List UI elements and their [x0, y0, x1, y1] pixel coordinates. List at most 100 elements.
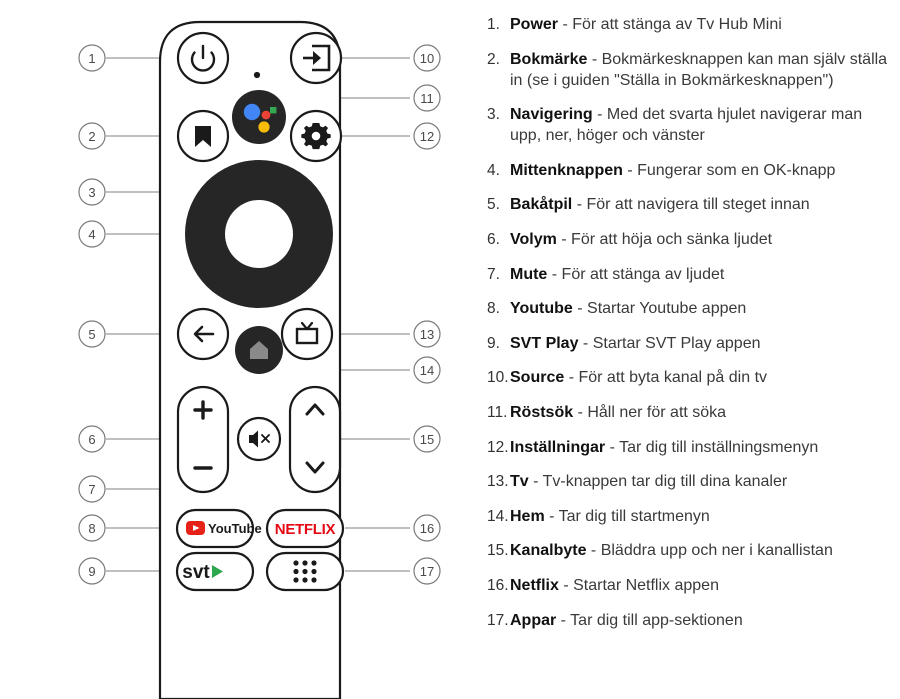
- legend-item-separator: -: [572, 196, 587, 214]
- svg-text:2: 2: [88, 129, 95, 144]
- power-button[interactable]: [176, 31, 230, 85]
- legend-item-description: För att höja och sänka ljudet: [571, 230, 773, 248]
- legend-item-text: Mittenknappen - Fungerar som en OK-knapp: [510, 160, 900, 181]
- svg-text:3: 3: [88, 185, 95, 200]
- callout-bubble-11: 11: [413, 84, 441, 112]
- legend-item-separator: -: [556, 611, 571, 629]
- navigation-wheel[interactable]: [185, 160, 333, 308]
- callout-bubble-12: 12: [413, 122, 441, 150]
- legend-item-text: Mute - För att stänga av ljudet: [510, 264, 900, 285]
- legend-item-separator: -: [586, 542, 601, 560]
- apps-grid-icon: [293, 560, 317, 583]
- legend-item-text: Source - För att byta kanal på din tv: [510, 367, 900, 388]
- legend-item-description: För att navigera till steget innan: [586, 196, 810, 214]
- tv-button[interactable]: [280, 307, 334, 361]
- apps-button[interactable]: [265, 551, 345, 592]
- legend-item-term: Tv: [510, 473, 529, 491]
- youtube-button[interactable]: YouTube: [175, 508, 262, 549]
- source-button[interactable]: [289, 31, 343, 85]
- netflix-icon: NETFLIX: [275, 521, 336, 538]
- legend-item-separator: -: [605, 438, 620, 456]
- remote-diagram: YouTube NETFLIX svt 1 2 3 4 5 6 7 8 9 10…: [0, 0, 470, 699]
- legend-item-description: Startar Youtube appen: [587, 300, 747, 318]
- legend-item-number: 11.: [487, 403, 508, 421]
- legend-item: 13. Tv - Tv-knappen tar dig till dina kan…: [470, 471, 900, 493]
- legend-item-description: Tar dig till app-sektionen: [570, 611, 743, 629]
- legend-item-term: Netflix: [510, 576, 559, 594]
- svg-text:9: 9: [88, 564, 95, 579]
- channel-rocker[interactable]: [288, 385, 342, 494]
- legend-item-description: Bläddra upp och ner i kanallistan: [600, 542, 833, 560]
- callout-bubble-4: 4: [78, 220, 106, 248]
- legend-item-number: 14.: [487, 507, 509, 525]
- callout-bubble-14: 14: [413, 356, 441, 384]
- callout-bubble-5: 5: [78, 320, 106, 348]
- legend-item-separator: -: [592, 106, 607, 124]
- legend-item: 16. Netflix - Startar Netflix appen: [470, 575, 900, 597]
- legend-item-separator: -: [622, 161, 638, 179]
- legend-item-separator: -: [587, 50, 602, 68]
- legend-item: 3. Navigering - Med det svarta hjulet nav…: [470, 104, 900, 147]
- assistant-button[interactable]: [232, 90, 286, 144]
- legend-item-text: Inställningar - Tar dig till inställning…: [510, 437, 900, 458]
- svg-text:6: 6: [88, 432, 95, 447]
- callout-bubble-10: 10: [413, 44, 441, 72]
- legend-item-number: 1.: [487, 16, 500, 33]
- legend-item-separator: -: [573, 403, 588, 421]
- legend-item-number: 3.: [487, 106, 500, 124]
- netflix-button[interactable]: NETFLIX: [265, 508, 345, 549]
- svg-text:8: 8: [88, 521, 95, 536]
- legend-item-text: Bakåtpil - För att navigera till steget …: [510, 194, 900, 215]
- svt-label: svt: [182, 562, 210, 583]
- legend-item-number: 15.: [487, 542, 509, 560]
- svg-text:10: 10: [420, 51, 434, 66]
- legend-item-text: SVT Play - Startar SVT Play appen: [510, 333, 900, 354]
- legend-item: 7. Mute - För att stänga av ljudet: [470, 264, 900, 286]
- legend-item: 6. Volym - För att höja och sänka ljudet: [470, 229, 900, 251]
- callout-bubble-3: 3: [78, 178, 106, 206]
- legend-item: 17. Appar - Tar dig till app-sektionen: [470, 610, 900, 632]
- legend-item-description: För att stänga av Tv Hub Mini: [572, 16, 782, 33]
- back-button[interactable]: [176, 307, 230, 361]
- assistant-button-face: [232, 90, 286, 144]
- legend-item-term: Mittenknappen: [510, 161, 623, 179]
- bookmark-button[interactable]: [176, 109, 230, 163]
- legend-item-number: 4.: [487, 161, 500, 179]
- home-button[interactable]: [235, 326, 283, 374]
- legend-item-text: Röstsök - Håll ner för att söka: [510, 402, 900, 423]
- svg-text:5: 5: [88, 327, 95, 342]
- legend-item-description: Startar Netflix appen: [573, 576, 719, 594]
- svt-play-button[interactable]: svt: [175, 551, 255, 592]
- legend-item: 1. Power - För att stänga av Tv Hub Mini: [470, 14, 900, 36]
- mute-button[interactable]: [236, 416, 282, 462]
- legend-item-term: Kanalbyte: [510, 542, 587, 560]
- legend-item-description: För att stänga av ljudet: [561, 265, 725, 283]
- youtube-icon: [186, 521, 205, 535]
- legend-item-term: Bakåtpil: [510, 196, 573, 214]
- legend-item-term: Appar: [510, 611, 557, 629]
- legend-item-term: Source: [510, 369, 565, 387]
- callout-bubble-1: 1: [78, 44, 106, 72]
- legend-item-number: 16.: [487, 576, 509, 594]
- youtube-label: YouTube: [208, 521, 262, 536]
- legend-item-term: SVT Play: [510, 334, 579, 352]
- legend-item-text: Kanalbyte - Bläddra upp och ner i kanall…: [510, 540, 900, 561]
- legend-item-separator: -: [558, 16, 573, 33]
- legend-item-term: Mute: [510, 265, 548, 283]
- legend-item-separator: -: [556, 230, 572, 248]
- legend-item-term: Röstsök: [510, 403, 574, 421]
- legend-item-number: 17.: [487, 611, 509, 629]
- legend-item-text: Hem - Tar dig till startmenyn: [510, 506, 900, 527]
- ok-center-icon[interactable]: [225, 200, 293, 268]
- legend-item-number: 12.: [487, 438, 509, 456]
- volume-rocker[interactable]: [176, 385, 230, 494]
- legend-item-description: Tv-knappen tar dig till dina kanaler: [542, 473, 788, 491]
- callout-bubble-2: 2: [78, 122, 106, 150]
- legend-item-term: Bokmärke: [510, 50, 588, 68]
- svg-text:16: 16: [420, 521, 434, 536]
- tv-button-ring: [280, 307, 334, 361]
- legend-item-description: Tar dig till startmenyn: [558, 507, 710, 525]
- settings-button[interactable]: [289, 109, 343, 163]
- legend-item-number: 5.: [487, 196, 500, 214]
- legend-item-term: Power: [510, 16, 559, 33]
